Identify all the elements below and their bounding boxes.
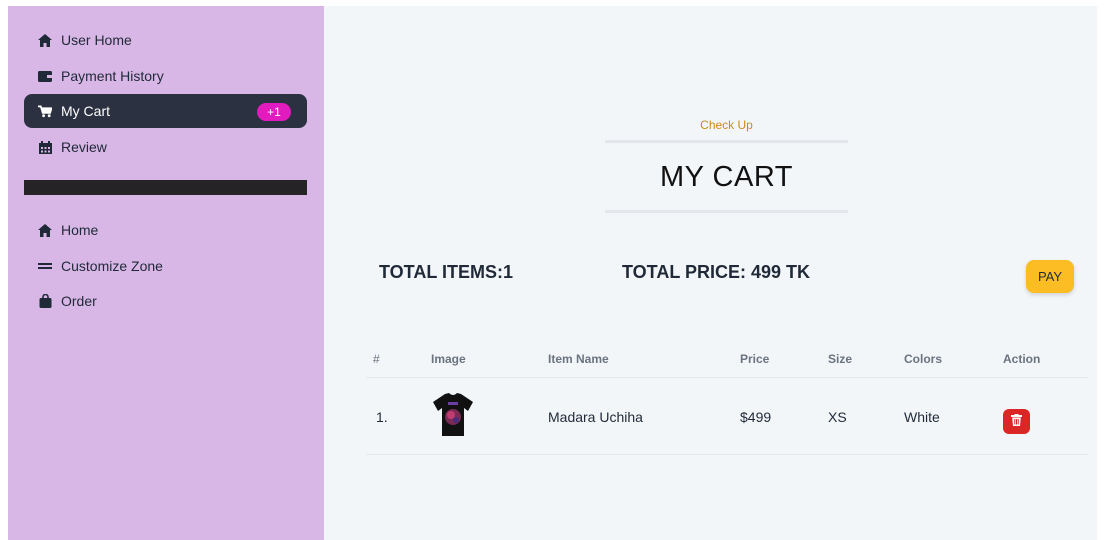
sidebar-item-label: Payment History xyxy=(61,68,164,84)
column-header-action: Action xyxy=(1003,352,1041,366)
page-title: MY CART xyxy=(660,161,793,193)
sidebar-item-home[interactable]: Home xyxy=(24,213,307,247)
sidebar-item-review[interactable]: Review xyxy=(24,130,307,164)
home-icon xyxy=(38,223,52,237)
sidebar-item-user-home[interactable]: User Home xyxy=(24,23,307,57)
row-item-name: Madara Uchiha xyxy=(548,409,643,425)
delete-item-button[interactable] xyxy=(1003,409,1030,434)
sidebar-item-label: Review xyxy=(61,139,107,155)
total-price: TOTAL PRICE: 499 TK xyxy=(622,262,811,282)
pay-button[interactable]: PAY xyxy=(1026,260,1074,293)
sidebar: User Home Payment History My Cart +1 Rev… xyxy=(8,6,324,540)
row-color: White xyxy=(904,409,940,425)
column-header-index: # xyxy=(373,352,380,366)
sidebar-item-payment-history[interactable]: Payment History xyxy=(24,59,307,93)
sidebar-item-my-cart[interactable]: My Cart +1 xyxy=(24,94,307,128)
column-header-item-name: Item Name xyxy=(548,352,609,366)
main-content: Check Up MY CART TOTAL ITEMS:1 TOTAL PRI… xyxy=(324,6,1097,540)
sidebar-item-label: Home xyxy=(61,222,99,238)
sidebar-item-label: User Home xyxy=(61,32,132,48)
home-icon xyxy=(38,33,52,47)
sidebar-item-label: My Cart xyxy=(61,103,110,119)
trash-icon xyxy=(1011,413,1022,431)
total-items: TOTAL ITEMS:1 xyxy=(379,262,514,282)
section-subtitle: Check Up xyxy=(700,118,753,132)
sidebar-item-label: Customize Zone xyxy=(61,258,163,274)
sidebar-item-order[interactable]: Order xyxy=(24,284,307,318)
row-price: $499 xyxy=(740,409,772,425)
equals-icon xyxy=(38,259,52,273)
calendar-icon xyxy=(38,140,52,154)
title-top-rule xyxy=(605,140,848,143)
cart-count-badge: +1 xyxy=(257,103,291,121)
column-header-size: Size xyxy=(828,352,853,366)
sidebar-item-customize-zone[interactable]: Customize Zone xyxy=(24,249,307,283)
title-bottom-rule xyxy=(605,210,848,213)
column-header-image: Image xyxy=(431,352,466,366)
table-row-divider xyxy=(366,454,1088,455)
sidebar-item-label: Order xyxy=(61,293,97,309)
table-header-divider xyxy=(366,377,1088,378)
bag-icon xyxy=(38,294,52,308)
sidebar-divider xyxy=(24,180,307,195)
column-header-colors: Colors xyxy=(904,352,943,366)
row-size: XS xyxy=(828,409,847,425)
product-thumbnail xyxy=(431,391,475,437)
wallet-icon xyxy=(38,69,52,83)
column-header-price: Price xyxy=(740,352,770,366)
row-index: 1. xyxy=(376,409,388,425)
cart-icon xyxy=(38,104,52,118)
